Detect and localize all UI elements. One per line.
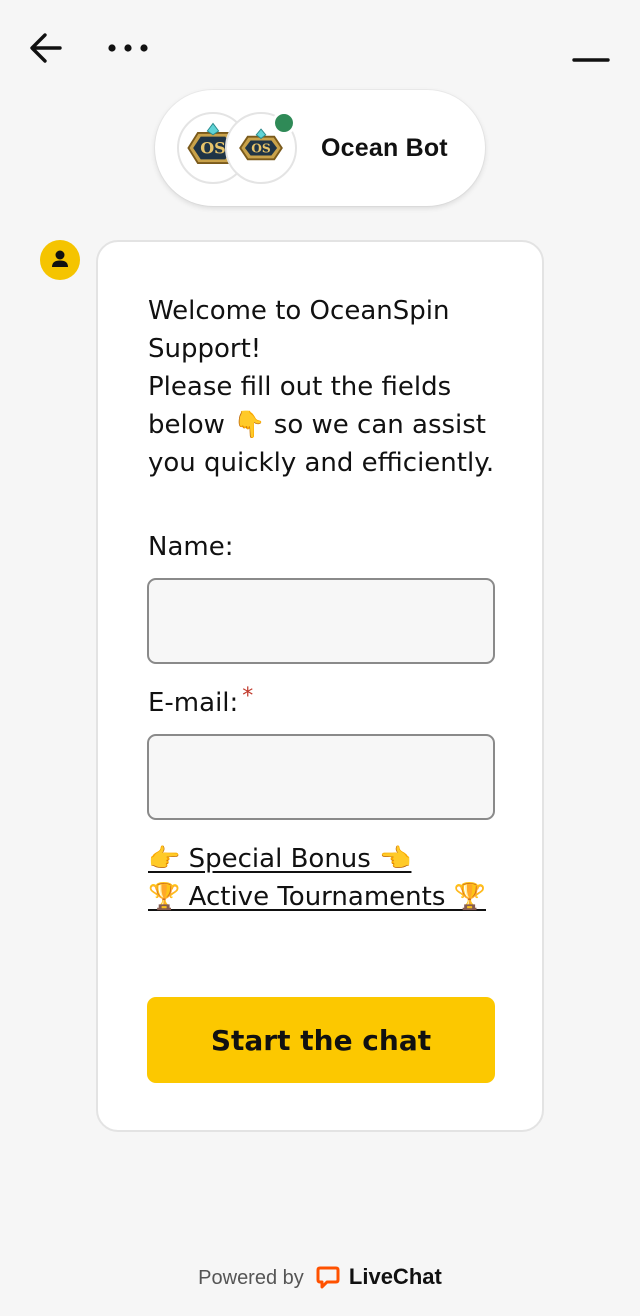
ellipsis-icon [108,44,148,52]
welcome-line: below 👇 so we can assist [148,410,486,440]
start-chat-button[interactable]: Start the chat [147,997,495,1083]
welcome-line: Please fill out the fields [148,372,452,402]
welcome-message: Welcome to OceanSpin Support! Please fil… [148,292,498,482]
message-card: Welcome to OceanSpin Support! Please fil… [96,240,544,1132]
online-status-indicator [272,111,296,135]
more-options-button[interactable] [104,30,152,66]
bot-avatar [40,240,80,280]
agent-name: Ocean Bot [321,134,448,162]
email-label: E-mail: * [148,684,254,718]
minimize-button[interactable] [570,40,612,76]
name-label: Name: [148,532,234,562]
required-marker: * [242,684,254,709]
chat-header [0,0,640,96]
welcome-line: you quickly and efficiently. [148,448,495,478]
welcome-line: Welcome to OceanSpin [148,296,450,326]
minimize-icon [572,58,610,62]
email-input[interactable] [147,734,495,820]
svg-text:OS: OS [200,139,226,158]
svg-text:OS: OS [251,141,271,156]
arrow-left-icon [30,33,62,63]
special-bonus-link[interactable]: 👉 Special Bonus 👈 [148,844,411,874]
footer: Powered by LiveChat [0,1264,640,1290]
livechat-logo-icon [316,1266,340,1289]
active-tournaments-link[interactable]: 🏆 Active Tournaments 🏆 [148,882,486,912]
powered-by-label: Powered by [198,1267,304,1289]
name-input[interactable] [147,578,495,664]
user-icon [52,250,68,267]
livechat-brand[interactable]: LiveChat [349,1264,442,1289]
agent-info-pill: OS OS Ocean Bot [155,90,485,206]
welcome-line: Support! [148,334,262,364]
back-button[interactable] [26,28,66,68]
